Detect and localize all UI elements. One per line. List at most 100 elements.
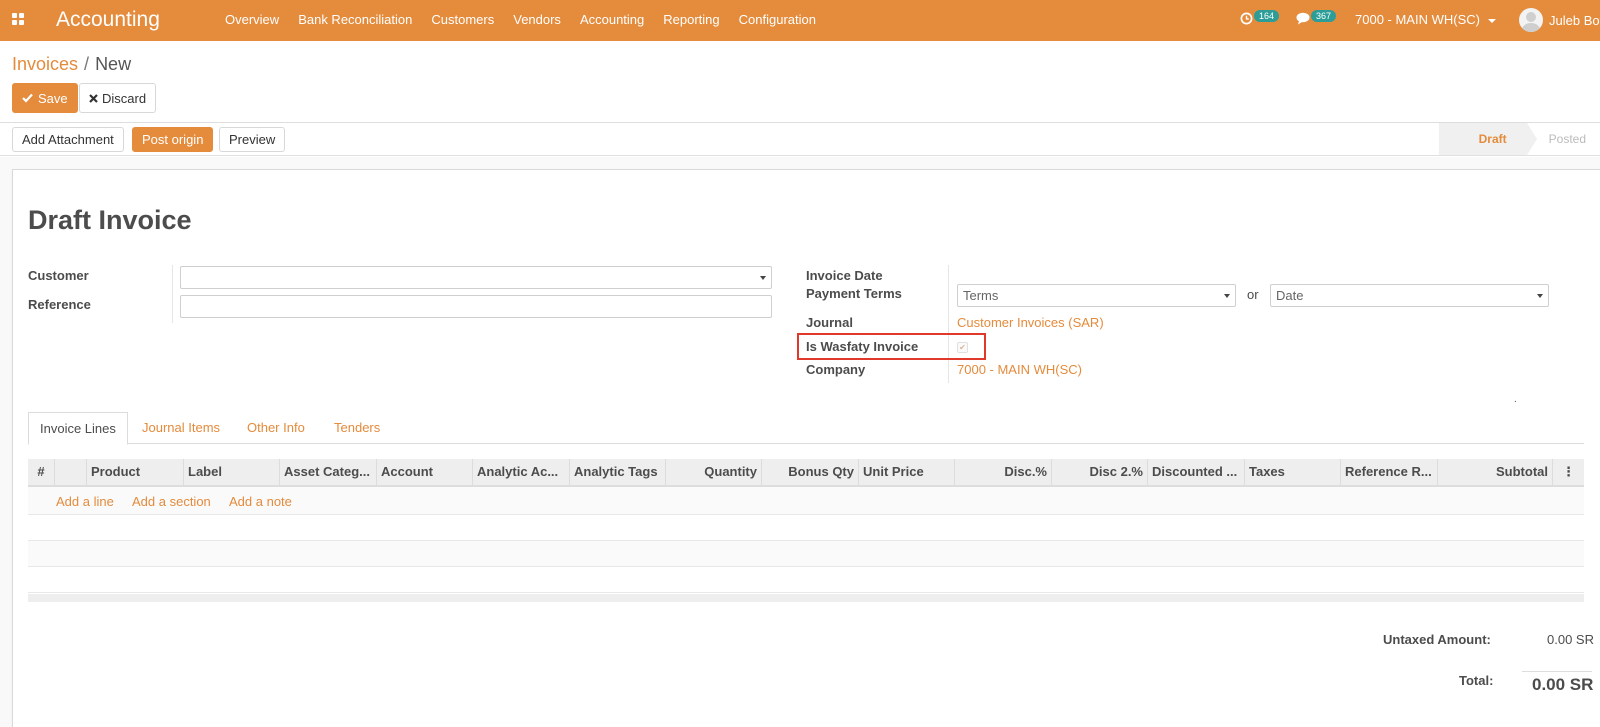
breadcrumb-current: New: [95, 54, 132, 74]
column-analytic-tags[interactable]: Analytic Tags: [569, 459, 665, 485]
left-group-divider: [172, 265, 173, 323]
payment-terms-label: Payment Terms: [806, 286, 902, 301]
journal-label: Journal: [806, 315, 853, 330]
company-link[interactable]: 7000 - MAIN WH(SC): [957, 362, 1082, 377]
column-sequence[interactable]: #: [28, 459, 54, 485]
top-navbar: Accounting Overview Bank Reconciliation …: [0, 0, 1600, 41]
chevron-down-icon: [1487, 18, 1496, 23]
column-quantity[interactable]: Quantity: [665, 459, 761, 485]
table-row: [28, 515, 1584, 541]
menu-customers[interactable]: Customers: [431, 12, 494, 27]
right-group-divider: [948, 265, 949, 383]
user-menu[interactable]: Juleb Bot: [1519, 8, 1600, 32]
column-unit-price[interactable]: Unit Price: [858, 459, 954, 485]
menu-vendors[interactable]: Vendors: [513, 12, 561, 27]
payment-terms-placeholder: Terms: [963, 288, 999, 303]
invoice-date-label: Invoice Date: [806, 268, 883, 283]
wasfaty-checkbox[interactable]: ✔: [957, 342, 968, 353]
wasfaty-label: Is Wasfaty Invoice: [806, 339, 919, 354]
breadcrumb-separator: /: [84, 54, 90, 74]
app-title: Accounting: [56, 8, 160, 31]
tab-tenders[interactable]: Tenders: [334, 412, 380, 444]
column-label[interactable]: Label: [183, 459, 279, 485]
date-due-field[interactable]: Date: [1270, 284, 1549, 307]
menu-configuration[interactable]: Configuration: [739, 12, 816, 27]
column-bonus-qty[interactable]: Bonus Qty: [761, 459, 858, 485]
add-attachment-button[interactable]: Add Attachment: [12, 127, 124, 152]
status-stages: Draft Posted: [1438, 123, 1600, 155]
journal-link[interactable]: Customer Invoices (SAR): [957, 315, 1104, 330]
preview-button[interactable]: Preview: [219, 127, 286, 152]
table-footer: [28, 594, 1584, 602]
total-divider: [1522, 671, 1592, 672]
add-lines-row: Add a line Add a section Add a note: [28, 487, 1584, 515]
column-options-icon[interactable]: ⋮: [1552, 459, 1584, 485]
column-account[interactable]: Account: [376, 459, 472, 485]
table-row: [28, 567, 1584, 593]
column-discounted[interactable]: Discounted ...: [1147, 459, 1244, 485]
stage-draft[interactable]: Draft: [1438, 123, 1537, 155]
total-label: Total:: [1459, 673, 1494, 688]
check-icon: [22, 93, 33, 103]
notebook-tabs: Invoice Lines Journal Items Other Info T…: [28, 412, 1584, 445]
menu-overview[interactable]: Overview: [225, 12, 279, 27]
main-menu: Overview Bank Reconciliation Customers V…: [225, 12, 835, 27]
menu-bank-reconciliation[interactable]: Bank Reconciliation: [298, 12, 412, 27]
company-switcher-label: 7000 - MAIN WH(SC): [1355, 12, 1480, 27]
activity-button[interactable]: 164: [1240, 10, 1280, 25]
column-handle: [54, 459, 86, 485]
reference-label: Reference: [28, 297, 91, 312]
invoice-lines-header: # Product Label Asset Categ... Account A…: [28, 459, 1584, 487]
column-disc-2[interactable]: Disc 2.%: [1051, 459, 1147, 485]
add-line-link[interactable]: Add a line: [56, 494, 114, 509]
column-asset-category[interactable]: Asset Categ...: [279, 459, 376, 485]
breadcrumb: Invoices / New: [12, 54, 131, 75]
save-button[interactable]: Save: [12, 83, 78, 113]
column-reference[interactable]: Reference R...: [1340, 459, 1437, 485]
chevron-down-icon: [1224, 294, 1230, 298]
stage-posted[interactable]: Posted: [1527, 123, 1600, 155]
form-statusbar: Add Attachment Post origin Preview Draft…: [0, 123, 1600, 156]
table-row: [28, 541, 1584, 567]
discard-button[interactable]: Discard: [79, 83, 157, 113]
close-icon: [89, 93, 98, 103]
save-button-label: Save: [38, 90, 68, 106]
menu-accounting[interactable]: Accounting: [580, 12, 644, 27]
column-product[interactable]: Product: [86, 459, 183, 485]
company-label: Company: [806, 362, 866, 377]
activity-count-badge: 164: [1254, 10, 1280, 22]
tab-invoice-lines[interactable]: Invoice Lines: [28, 412, 128, 445]
untaxed-amount-label: Untaxed Amount:: [1383, 632, 1491, 647]
chat-icon: [1296, 12, 1310, 25]
column-taxes[interactable]: Taxes: [1244, 459, 1340, 485]
breadcrumb-invoices-link[interactable]: Invoices: [12, 54, 78, 74]
company-switcher[interactable]: 7000 - MAIN WH(SC): [1355, 12, 1496, 27]
menu-reporting[interactable]: Reporting: [663, 12, 719, 27]
total-value: 0.00 SR: [1532, 675, 1594, 694]
chevron-down-icon: [760, 276, 766, 280]
column-analytic-account[interactable]: Analytic Ac...: [472, 459, 569, 485]
avatar: [1519, 8, 1543, 32]
dot-mark: .: [1514, 394, 1517, 405]
checkmark-icon: ✔: [959, 343, 966, 352]
apps-grid-icon[interactable]: [12, 13, 26, 27]
tab-journal-items[interactable]: Journal Items: [142, 412, 220, 444]
untaxed-amount-value: 0.00 SR: [1547, 632, 1594, 647]
messages-button[interactable]: 367: [1296, 10, 1337, 25]
payment-terms-select[interactable]: Terms: [957, 284, 1236, 307]
customer-label: Customer: [28, 268, 89, 283]
customer-field[interactable]: [180, 266, 772, 289]
messages-count-badge: 367: [1311, 10, 1337, 22]
add-section-link[interactable]: Add a section: [132, 494, 211, 509]
discard-button-label: Discard: [102, 90, 147, 106]
tab-other-info[interactable]: Other Info: [247, 412, 305, 444]
reference-field[interactable]: [180, 295, 772, 318]
form-sheet: [12, 169, 1600, 727]
user-name: Juleb Bot: [1549, 12, 1600, 28]
post-origin-button[interactable]: Post origin: [132, 127, 214, 152]
add-note-link[interactable]: Add a note: [229, 494, 292, 509]
chevron-down-icon: [1537, 294, 1543, 298]
page-title: Draft Invoice: [28, 205, 192, 235]
column-disc[interactable]: Disc.%: [954, 459, 1051, 485]
column-subtotal[interactable]: Subtotal: [1437, 459, 1552, 485]
